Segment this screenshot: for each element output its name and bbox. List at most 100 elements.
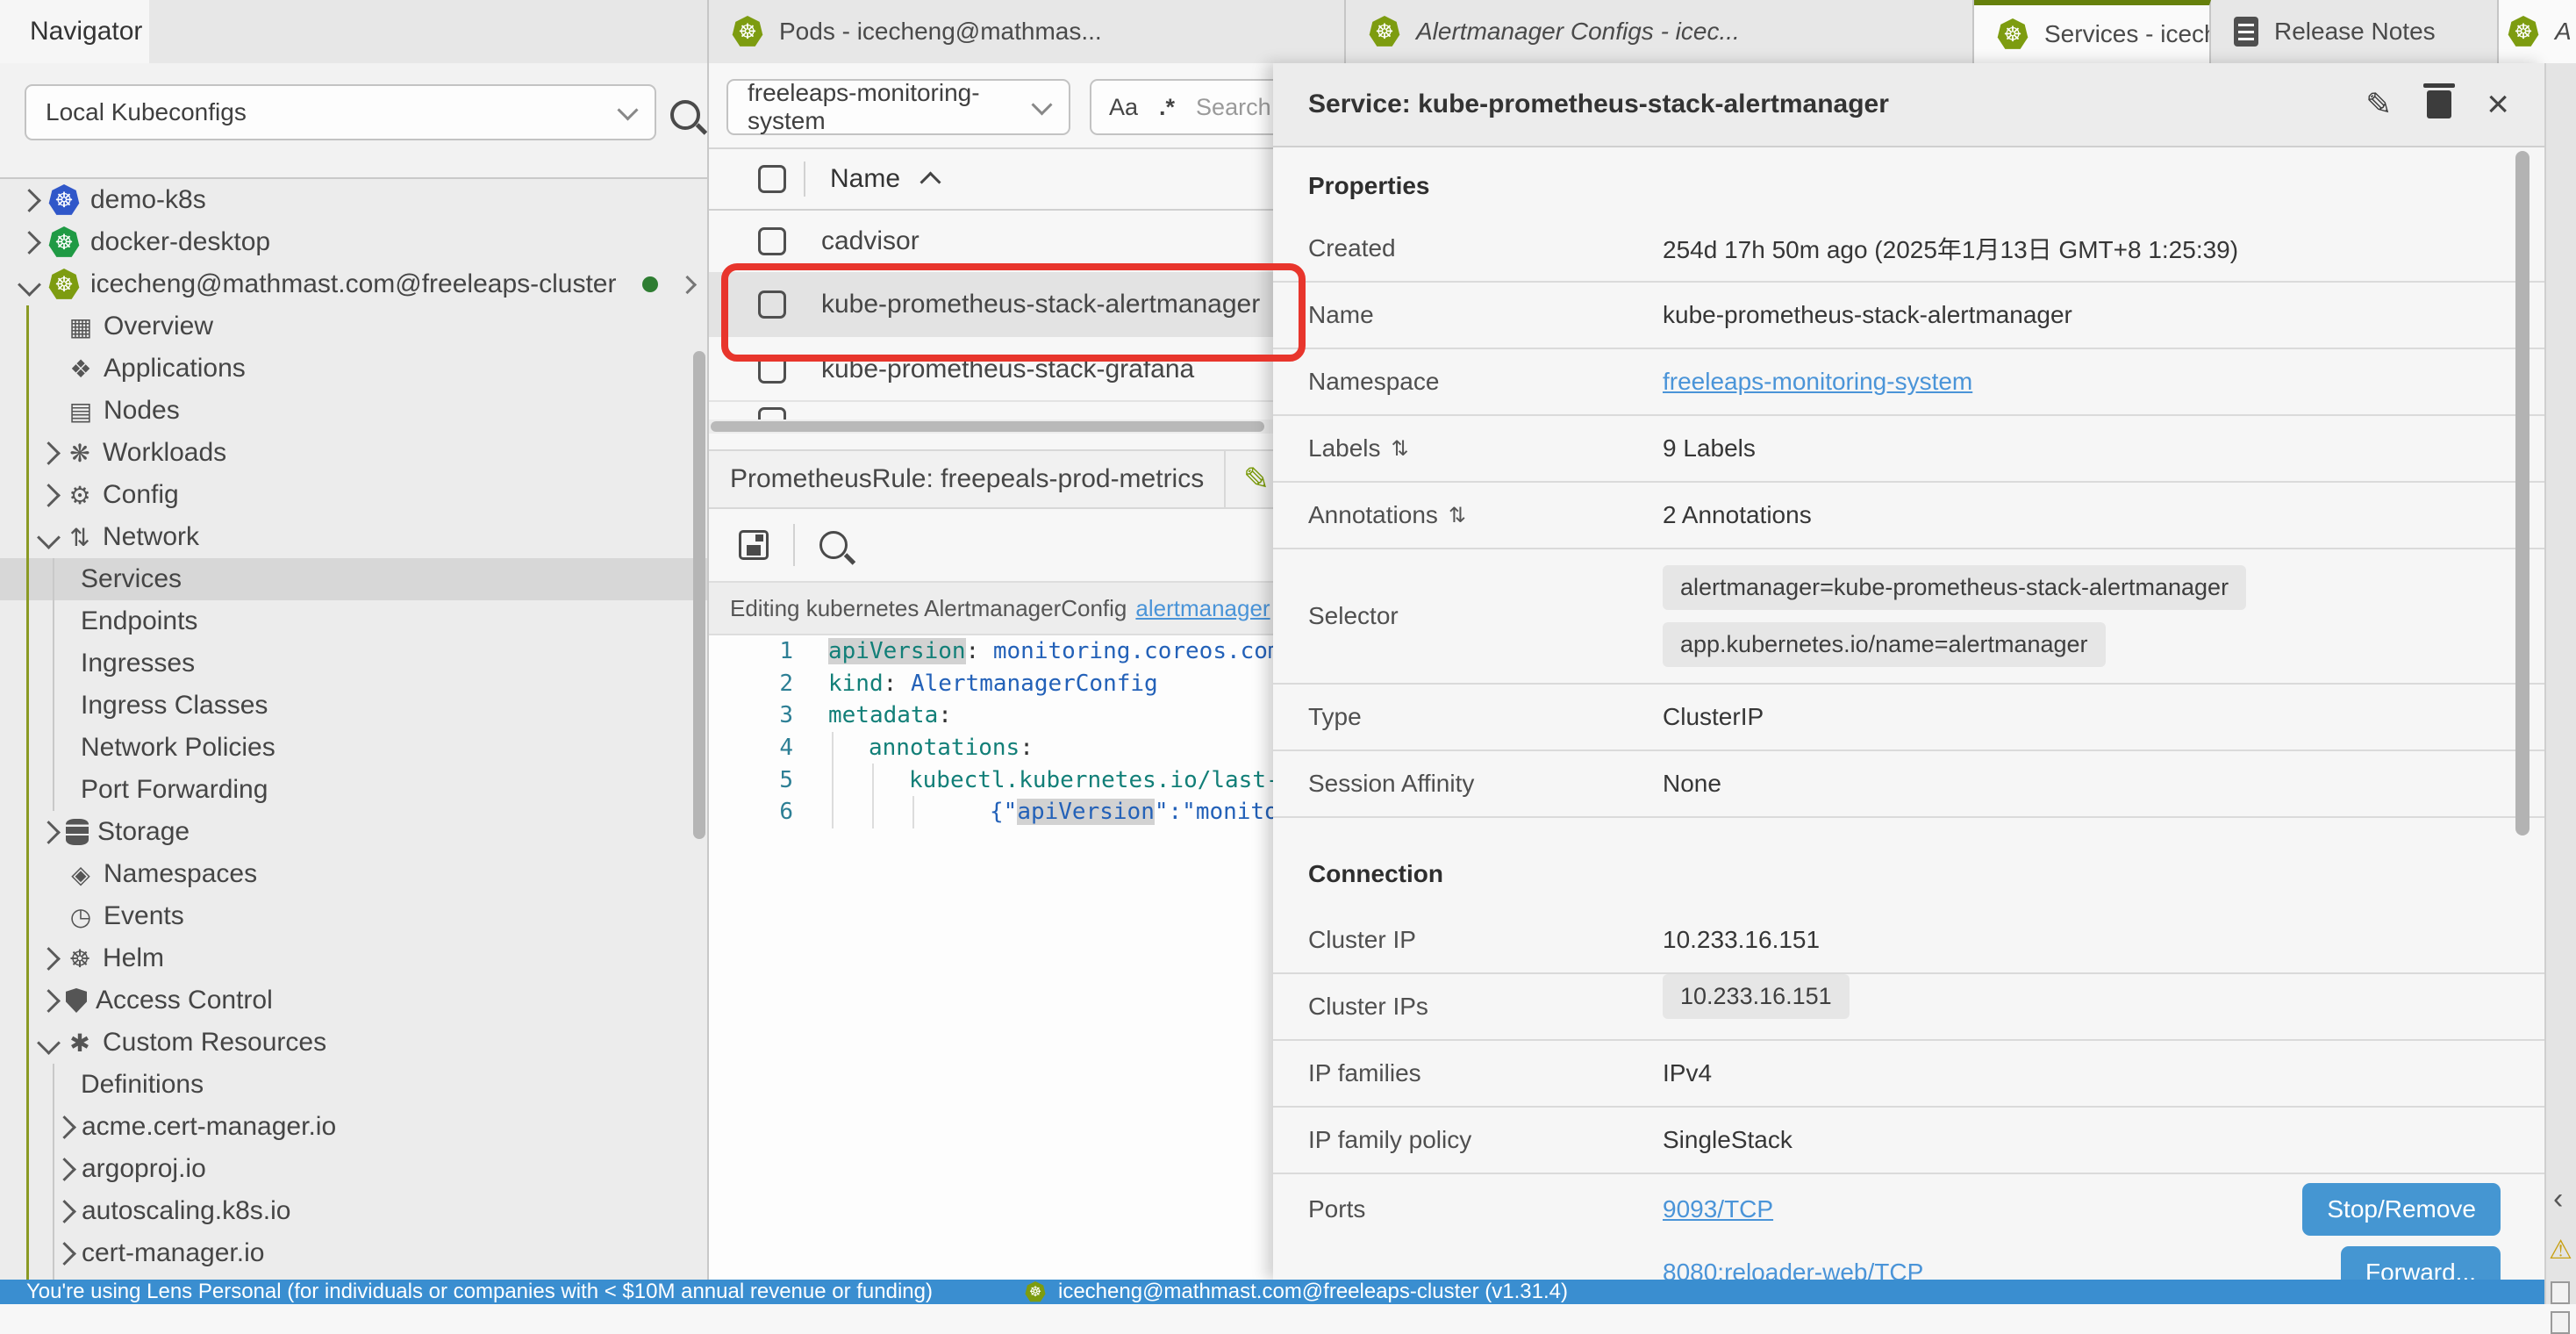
tree-item-overview[interactable]: ▦Overview (0, 305, 707, 348)
row-checkbox[interactable] (758, 407, 786, 420)
tree-item-services[interactable]: Services (0, 558, 707, 600)
save-icon[interactable] (739, 530, 769, 560)
sidebar-scrollbar[interactable] (693, 351, 705, 839)
property-row-labels: Labels 9 Labels (1273, 416, 2544, 483)
chevron-right-icon[interactable] (53, 1242, 76, 1266)
chevron-down-icon[interactable] (18, 273, 41, 297)
tree-item-storage[interactable]: Storage (0, 811, 707, 853)
edit-icon[interactable] (2365, 89, 2392, 120)
forward-button[interactable]: Forward... (2341, 1246, 2501, 1280)
tree-item-network-policies[interactable]: Network Policies (0, 727, 707, 769)
horizontal-scrollbar[interactable] (709, 420, 1273, 434)
chevron-right-icon[interactable] (37, 484, 61, 507)
tab-pods[interactable]: Pods - icecheng@mathmas... (709, 0, 1346, 63)
tree-item-applications[interactable]: ❖Applications (0, 348, 707, 390)
editing-breadcrumb: Editing kubernetes AlertmanagerConfig al… (709, 581, 1273, 635)
tree-item-namespaces[interactable]: ◈Namespaces (0, 853, 707, 895)
tree-item-autoscaling-k8s-io[interactable]: autoscaling.k8s.io (0, 1190, 707, 1232)
chevron-right-icon[interactable] (37, 947, 61, 971)
chevron-right-icon[interactable] (37, 441, 61, 465)
tab-services[interactable]: Services - icecheng@math... × (1974, 0, 2211, 63)
search-icon[interactable] (670, 100, 700, 130)
tree-item-acme-cert-manager-io[interactable]: acme.cert-manager.io (0, 1106, 707, 1148)
tree-item-network[interactable]: ⇅Network (0, 516, 707, 558)
code-line: 1apiVersion: monitoring.coreos.com/v1 (709, 635, 1273, 668)
scrollbar-thumb[interactable] (711, 421, 1264, 432)
warning-icon[interactable] (2549, 1235, 2572, 1266)
tree-item-helm[interactable]: ☸Helm (0, 937, 707, 979)
tree-item-access-control[interactable]: Access Control (0, 979, 707, 1022)
tree-item-ingress-classes[interactable]: Ingress Classes (0, 685, 707, 727)
row-checkbox[interactable] (758, 227, 786, 255)
rail-widget-icon[interactable] (2551, 1311, 2570, 1334)
row-checkbox[interactable] (758, 290, 786, 319)
tree-item-endpoints[interactable]: Endpoints (0, 600, 707, 642)
edit-icon[interactable] (1243, 463, 1270, 495)
delete-icon[interactable] (2427, 90, 2451, 118)
tree-item-demo-k8s[interactable]: demo-k8s (0, 179, 707, 221)
chevron-right-icon[interactable] (37, 989, 61, 1013)
chevron-right-icon[interactable] (18, 231, 41, 255)
tree-item-label: Events (104, 901, 184, 931)
stop-remove-button[interactable]: Stop/Remove (2302, 1183, 2501, 1236)
chevron-right-icon[interactable] (53, 1200, 76, 1223)
chevron-down-icon (617, 99, 638, 120)
tree-item-config[interactable]: ⚙Config (0, 474, 707, 516)
port-link-8080-reloader-web[interactable]: 8080:reloader-web/TCP (1663, 1259, 1923, 1280)
navigator-panel-tab[interactable]: Navigator (0, 0, 149, 63)
license-text: You're using Lens Personal (for individu… (26, 1280, 933, 1304)
tree-item-definitions[interactable]: Definitions (0, 1064, 707, 1106)
chevron-right-icon[interactable] (37, 821, 61, 844)
port-link-9093[interactable]: 9093/TCP (1663, 1195, 1773, 1223)
kubeconfig-selector[interactable]: Local Kubeconfigs (25, 84, 656, 140)
table-row-clipped[interactable] (709, 404, 1273, 420)
chevron-right-icon[interactable] (678, 275, 697, 293)
namespace-selector[interactable]: freeleaps-monitoring-system (726, 79, 1070, 135)
close-icon[interactable]: × (2487, 85, 2509, 124)
rail-widget-icon[interactable] (2551, 1281, 2570, 1304)
tab-alertmanager-configs[interactable]: Alertmanager Configs - icec... (1346, 0, 1974, 63)
kubernetes-icon (1997, 18, 2029, 50)
tree-item-ingresses[interactable]: Ingresses (0, 642, 707, 685)
search-icon[interactable] (819, 531, 848, 559)
alertmanager-config-link[interactable]: alertmanager (1135, 595, 1270, 622)
chevron-down-icon[interactable] (37, 1031, 61, 1055)
list-search-input[interactable]: Aa .* Search (1090, 79, 1273, 135)
tab-partial[interactable]: A (2499, 0, 2576, 63)
overview-icon: ▦ (67, 312, 95, 341)
table-row-cadvisor[interactable]: cadvisor (709, 211, 1273, 274)
active-cluster-status[interactable]: icecheng@mathmast.com@freeleaps-cluster … (1058, 1280, 1568, 1304)
chevron-down-icon[interactable] (37, 526, 61, 549)
tree-item-events[interactable]: ◷Events (0, 895, 707, 937)
tab-release-notes[interactable]: Release Notes (2211, 0, 2499, 63)
select-all-checkbox[interactable] (758, 165, 786, 193)
tree-item-label: Config (103, 480, 179, 510)
chevron-right-icon[interactable] (18, 189, 41, 212)
tree-item-port-forwarding[interactable]: Port Forwarding (0, 769, 707, 811)
collapse-panel-icon[interactable] (2553, 1182, 2563, 1216)
tree-item-custom-resources[interactable]: ✱Custom Resources (0, 1022, 707, 1064)
row-checkbox[interactable] (758, 355, 786, 384)
tree-item-workloads[interactable]: ❋Workloads (0, 432, 707, 474)
name-column-header[interactable]: Name (830, 164, 900, 194)
tree-item-icecheng-mathmast-com-freeleaps-cluster[interactable]: icecheng@mathmast.com@freeleaps-cluster (0, 263, 707, 305)
chevron-right-icon[interactable] (53, 1115, 76, 1139)
drawer-scrollbar[interactable] (2515, 151, 2529, 836)
tree-item-cert-manager-io[interactable]: cert-manager.io (0, 1232, 707, 1274)
regex-toggle[interactable]: .* (1159, 94, 1175, 121)
chevron-right-icon[interactable] (53, 1158, 76, 1181)
sort-ascending-icon[interactable] (920, 171, 941, 192)
yaml-editor[interactable]: 1apiVersion: monitoring.coreos.com/v12ki… (709, 635, 1273, 1280)
code-line: 2kind: AlertmanagerConfig (709, 668, 1273, 700)
match-case-toggle[interactable]: Aa (1109, 94, 1138, 121)
expand-toggle-icon[interactable] (1392, 436, 1409, 462)
property-label: Labels (1308, 434, 1663, 463)
tree-item-nodes[interactable]: ▤Nodes (0, 390, 707, 432)
namespace-link[interactable]: freeleaps-monitoring-system (1663, 368, 1972, 396)
tree-item-argoproj-io[interactable]: argoproj.io (0, 1148, 707, 1190)
table-row-kube-prometheus-stack-grafana[interactable]: kube-prometheus-stack-grafana (709, 339, 1273, 402)
tree-item-docker-desktop[interactable]: docker-desktop (0, 221, 707, 263)
namespaces-icon: ◈ (67, 860, 95, 889)
expand-toggle-icon[interactable] (1449, 503, 1466, 528)
table-row-kube-prometheus-stack-alertmanager[interactable]: kube-prometheus-stack-alertmanager (709, 274, 1273, 337)
